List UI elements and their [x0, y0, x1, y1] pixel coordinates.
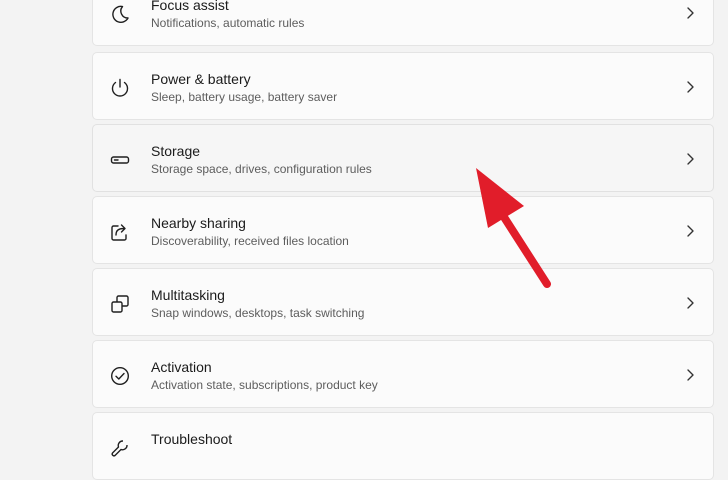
- settings-item-title: Storage: [151, 143, 201, 159]
- troubleshoot-icon: [109, 437, 131, 459]
- settings-item-subtitle: Notifications, automatic rules: [151, 16, 305, 30]
- left-navigation-pane: [0, 0, 74, 438]
- settings-item-title: Troubleshoot: [151, 431, 233, 447]
- settings-item-title: Nearby sharing: [151, 215, 246, 231]
- settings-item-title: Focus assist: [151, 0, 229, 13]
- moon-icon: [109, 3, 131, 25]
- power-icon: [109, 77, 131, 99]
- settings-item-subtitle: Storage space, drives, configuration rul…: [151, 162, 372, 176]
- chevron-right-icon: [685, 224, 695, 238]
- settings-item-subtitle: Activation state, subscriptions, product…: [151, 378, 378, 392]
- chevron-right-icon: [685, 6, 695, 20]
- settings-item-focus-assist[interactable]: Focus assist Notifications, automatic ru…: [92, 0, 714, 46]
- chevron-right-icon: [685, 368, 695, 382]
- settings-item-nearby-sharing[interactable]: Nearby sharing Discoverability, received…: [92, 196, 714, 264]
- activation-check-icon: [109, 365, 131, 387]
- settings-item-power-battery[interactable]: Power & battery Sleep, battery usage, ba…: [92, 52, 714, 120]
- settings-item-storage[interactable]: Storage Storage space, drives, configura…: [92, 124, 714, 192]
- settings-item-subtitle: Sleep, battery usage, battery saver: [151, 90, 338, 104]
- settings-item-title: Power & battery: [151, 71, 251, 87]
- multitasking-icon: [109, 293, 131, 315]
- settings-item-title: Activation: [151, 359, 212, 375]
- chevron-right-icon: [685, 80, 695, 94]
- chevron-right-icon: [685, 152, 695, 166]
- settings-item-subtitle: Snap windows, desktops, task switching: [151, 306, 365, 320]
- settings-item-multitasking[interactable]: Multitasking Snap windows, desktops, tas…: [92, 268, 714, 336]
- chevron-right-icon: [685, 296, 695, 310]
- settings-item-title: Multitasking: [151, 287, 225, 303]
- settings-item-troubleshoot[interactable]: Troubleshoot: [92, 412, 714, 480]
- share-icon: [109, 221, 131, 243]
- settings-item-subtitle: Discoverability, received files location: [151, 234, 349, 248]
- settings-item-activation[interactable]: Activation Activation state, subscriptio…: [92, 340, 714, 408]
- storage-drive-icon: [109, 149, 131, 171]
